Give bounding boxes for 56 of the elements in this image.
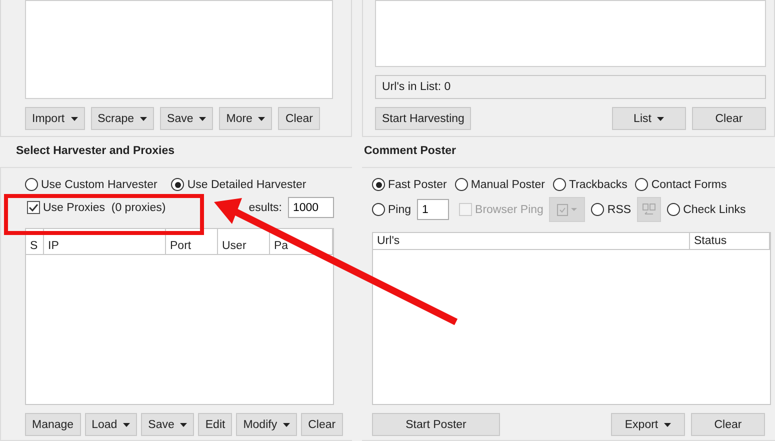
button[interactable]: Start Harvesting (375, 107, 472, 130)
results-field[interactable]: 1000 (288, 197, 334, 218)
button[interactable]: Start Poster (372, 413, 500, 436)
button[interactable]: Export (611, 413, 685, 436)
button[interactable]: Save (160, 107, 214, 130)
caret-icon (180, 422, 188, 426)
section-title: Select Harvester and Proxies (15, 145, 176, 159)
column-header[interactable]: Url's (373, 233, 690, 249)
button[interactable]: Load (84, 413, 138, 436)
column-header[interactable]: Port (166, 229, 218, 254)
column-header[interactable]: User (218, 229, 270, 254)
button[interactable]: Save (141, 413, 194, 436)
radio-option[interactable]: Manual Poster (454, 178, 545, 191)
caret-icon (70, 116, 78, 120)
button[interactable]: Clear (278, 107, 320, 130)
button[interactable]: Clear (692, 107, 766, 130)
caret-icon (283, 422, 290, 426)
radio-option[interactable]: Trackbacks (552, 178, 628, 191)
ping-count-field[interactable]: 1 (417, 199, 450, 220)
button[interactable]: Import (25, 107, 85, 130)
caret-icon (123, 422, 130, 426)
caret-icon (571, 208, 578, 211)
text-area[interactable] (25, 0, 333, 99)
checkbox-option[interactable]: Use Proxies (0 proxies) (27, 201, 166, 214)
button[interactable]: Scrape (90, 107, 154, 130)
button[interactable]: Edit (198, 413, 232, 436)
radio-option[interactable]: Contact Forms (635, 178, 727, 191)
column-header[interactable]: S (26, 229, 44, 254)
caret-icon (664, 422, 672, 426)
button[interactable]: More (219, 107, 272, 130)
button[interactable]: Clear (691, 413, 765, 436)
column-header[interactable]: IP (44, 229, 166, 254)
radio-option[interactable]: Check Links (667, 203, 746, 216)
columns-icon (642, 202, 656, 216)
radio-option[interactable]: Use Custom Harvester (25, 178, 158, 191)
caret-icon (657, 116, 664, 120)
caret-icon (140, 116, 148, 120)
text-area[interactable] (375, 0, 766, 67)
checkbox-icon (459, 203, 472, 216)
results-label: esults: (248, 202, 282, 214)
caret-icon (199, 116, 206, 120)
radio-option[interactable]: Ping (372, 203, 412, 216)
button[interactable]: Modify (236, 413, 298, 436)
checkbox-icon (27, 201, 40, 214)
radio-option[interactable]: Use Detailed Harvester (171, 178, 306, 191)
button[interactable]: Clear (301, 413, 343, 436)
caret-icon (258, 116, 266, 120)
document-icon (557, 204, 568, 216)
column-header[interactable]: Status (690, 233, 770, 249)
button[interactable]: Manage (25, 413, 81, 436)
column-header[interactable]: Pa (270, 229, 333, 254)
button[interactable]: List (612, 107, 686, 130)
status-field: Url's in List: 0 (375, 75, 766, 99)
radio-option[interactable]: Fast Poster (372, 178, 447, 191)
section-title: Comment Poster (363, 145, 458, 159)
radio-option[interactable]: RSS (591, 203, 632, 216)
